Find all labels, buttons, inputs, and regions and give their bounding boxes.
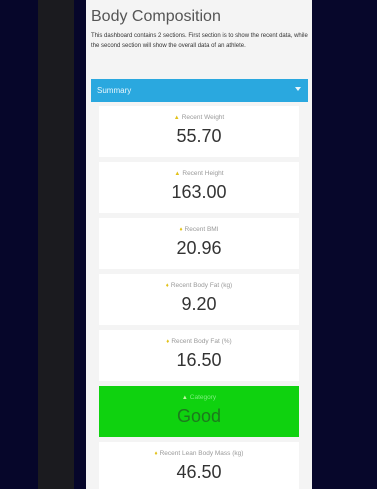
page-title: Body Composition	[91, 8, 221, 25]
card-recent-weight: ▲ Recent Weight 55.70	[99, 106, 299, 157]
card-value: 9.20	[181, 294, 217, 314]
card-value: 55.70	[176, 126, 222, 146]
section-dropdown[interactable]: Summary	[91, 79, 308, 102]
card-label: Recent Body Fat (%)	[171, 338, 232, 345]
card-label: Recent Lean Body Mass (kg)	[159, 450, 244, 457]
screen: Body Composition This dashboard contains…	[0, 0, 377, 489]
card-value: 46.50	[176, 462, 222, 482]
stat-icon: ♦	[179, 227, 183, 233]
page-description: This dashboard contains 2 sections. Firs…	[91, 33, 308, 49]
card-value: 163.00	[171, 182, 227, 202]
stat-icon: ♦	[166, 339, 170, 345]
card-recent-body-fat-kg: ♦ Recent Body Fat (kg) 9.20	[99, 274, 299, 325]
card-category: ▲ Category Good	[99, 386, 299, 437]
card-value: 20.96	[176, 238, 222, 258]
stat-icon: ▲	[173, 115, 180, 121]
card-label: Category	[189, 394, 217, 401]
card-value: Good	[176, 406, 222, 426]
caret-down-icon	[295, 87, 301, 91]
left-divider-bar	[38, 0, 74, 489]
card-label: Recent Height	[182, 170, 224, 177]
stat-icon: ▲	[174, 171, 181, 177]
dropdown-selected-label: Summary	[97, 86, 132, 95]
card-recent-bmi: ♦ Recent BMI 20.96	[99, 218, 299, 269]
stat-icon: ♦	[154, 451, 158, 457]
dashboard-panel: Body Composition This dashboard contains…	[86, 0, 312, 489]
card-recent-body-fat-percent: ♦ Recent Body Fat (%) 16.50	[99, 330, 299, 381]
stat-icon: ▲	[181, 395, 188, 401]
card-label: Recent Weight	[181, 114, 225, 121]
right-background	[311, 0, 377, 489]
card-value: 16.50	[176, 350, 222, 370]
stat-icon: ♦	[165, 283, 169, 289]
left-background	[0, 0, 86, 489]
card-label: Recent BMI	[184, 226, 219, 233]
card-label: Recent Body Fat (kg)	[170, 282, 233, 289]
summary-cards: ▲ Recent Weight 55.70 ▲ Recent Height 163.…	[99, 106, 299, 489]
card-recent-lean-body-mass: ♦ Recent Lean Body Mass (kg) 46.50	[99, 442, 299, 489]
card-recent-height: ▲ Recent Height 163.00	[99, 162, 299, 213]
